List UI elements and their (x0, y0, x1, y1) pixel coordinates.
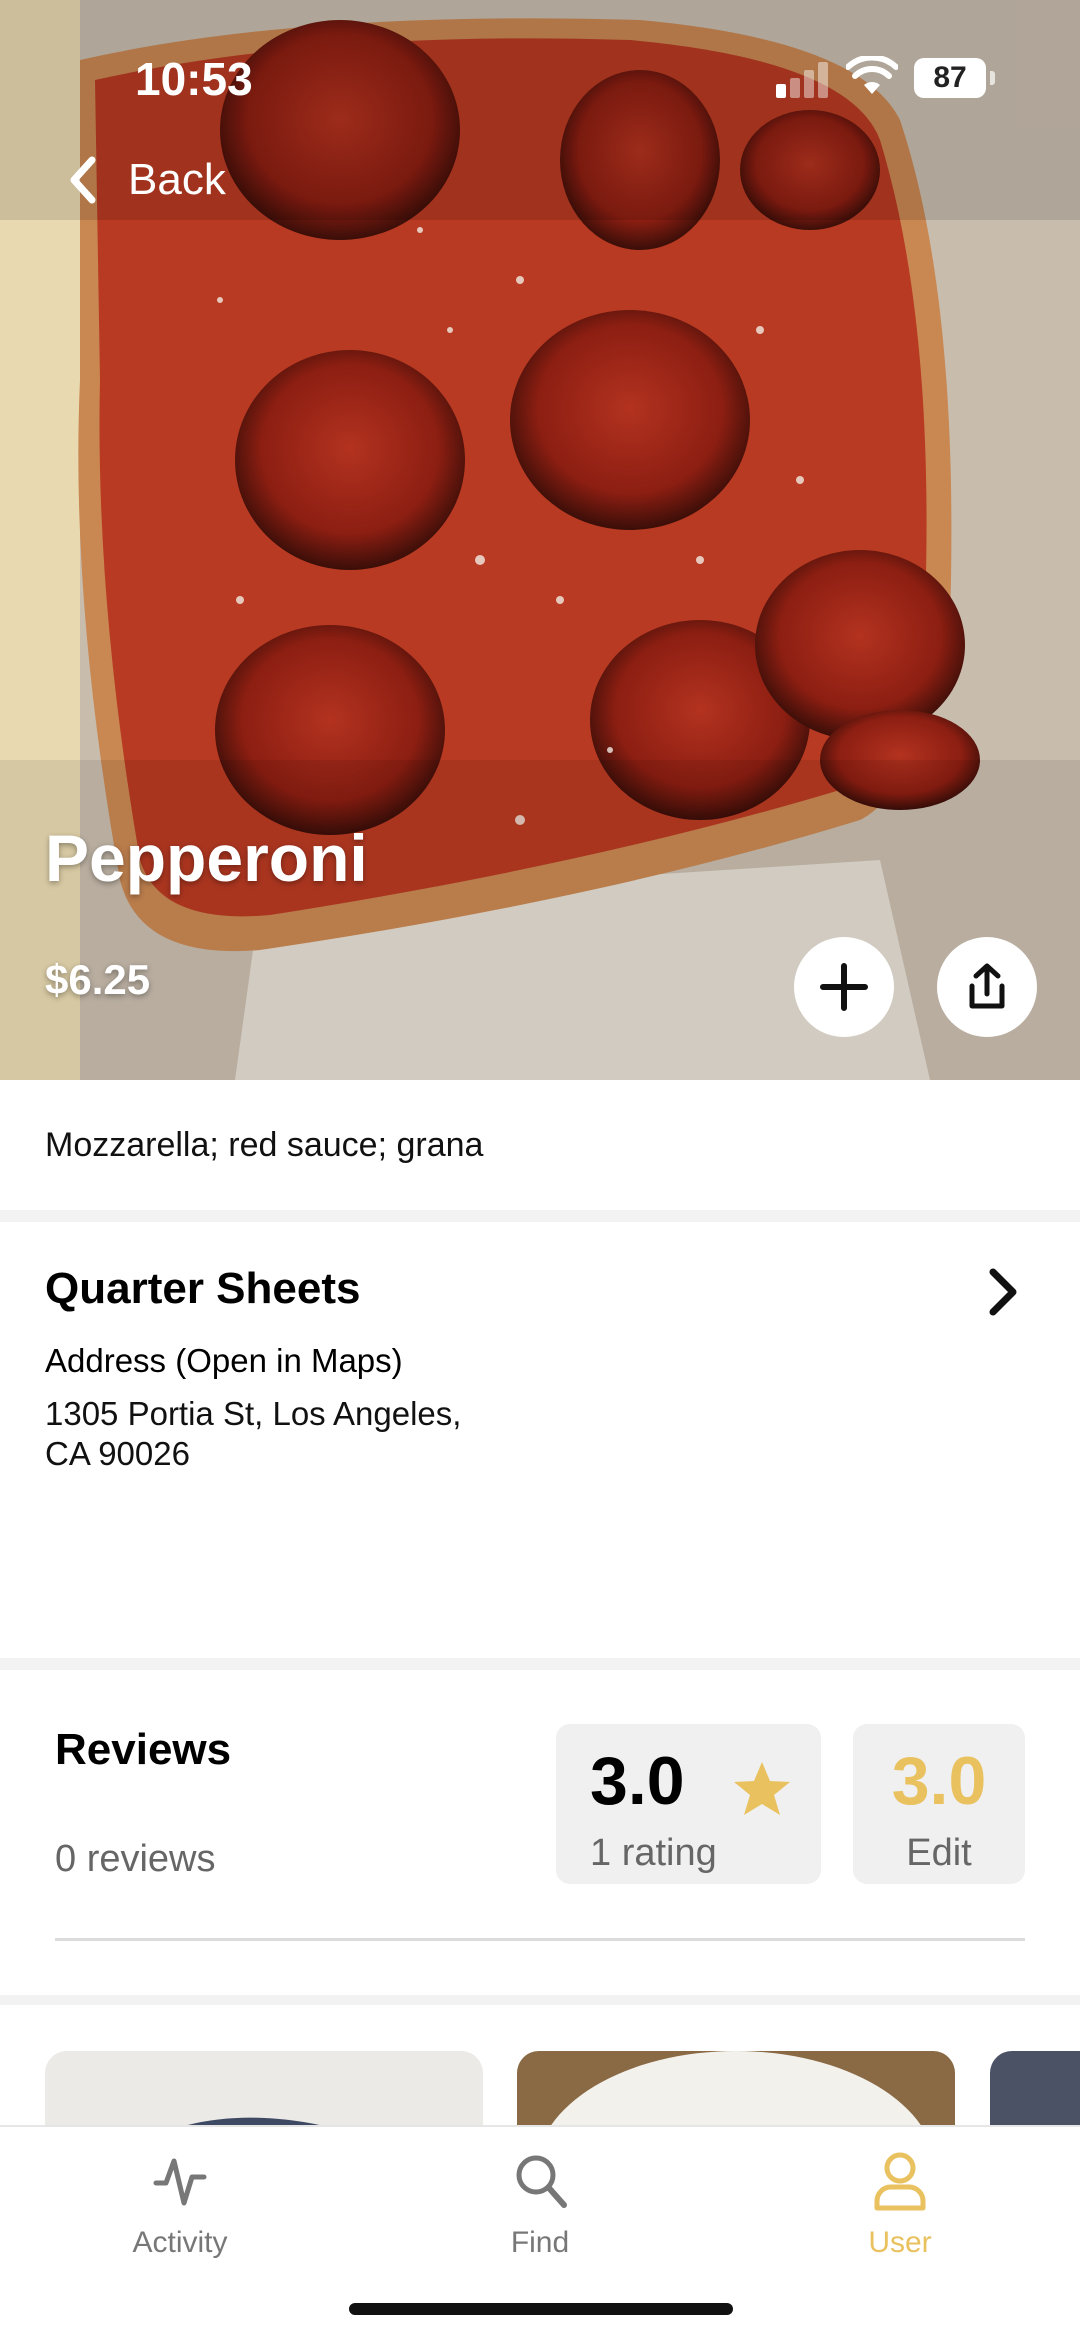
average-rating-value: 3.0 (590, 1743, 685, 1819)
address-text: 1305 Portia St, Los Angeles, CA 90026 (45, 1394, 565, 1474)
battery-icon: 87 (914, 58, 986, 98)
average-rating-card: 3.0 1 rating (556, 1724, 821, 1884)
photo-card[interactable] (45, 2051, 483, 2125)
photo-thumbnail (187, 2117, 320, 2125)
cellular-signal-icon (772, 62, 828, 98)
add-button[interactable] (794, 937, 894, 1037)
section-divider (0, 1210, 1080, 1222)
tab-activity[interactable]: Activity (80, 2151, 280, 2260)
item-price: $6.25 (45, 956, 151, 1003)
photo-card[interactable] (990, 2051, 1080, 2125)
user-rating-value: 3.0 (891, 1743, 987, 1819)
chevron-left-icon (70, 156, 96, 204)
tab-user[interactable]: User (800, 2151, 1000, 2260)
tab-find-label: Find (510, 2226, 570, 2259)
tab-user-label: User (868, 2226, 932, 2259)
restaurant-name[interactable]: Quarter Sheets (45, 1264, 360, 1314)
address-line-2: CA 90026 (45, 1435, 190, 1472)
edit-rating-button[interactable]: 3.0 Edit (853, 1724, 1025, 1884)
reviews-heading: Reviews (55, 1725, 232, 1774)
plus-icon (820, 963, 868, 1011)
reviews-count[interactable]: 0 reviews (55, 1838, 216, 1881)
share-icon (969, 963, 1005, 1009)
photo-card[interactable] (517, 2051, 955, 2125)
home-indicator[interactable] (349, 2303, 733, 2315)
user-icon (874, 2152, 926, 2211)
chevron-right-icon[interactable] (985, 1264, 1021, 1320)
back-label: Back (128, 155, 226, 204)
item-description: Mozzarella; red sauce; grana (45, 1126, 484, 1164)
tab-activity-label: Activity (132, 2226, 228, 2259)
section-divider (0, 1658, 1080, 1670)
status-bar: 10:53 87 (0, 0, 1080, 160)
photo-carousel[interactable] (0, 2005, 1080, 2125)
reviews-divider (55, 1938, 1025, 1941)
star-icon (734, 1762, 790, 1815)
activity-icon (153, 2158, 207, 2206)
status-time: 10:53 (135, 53, 253, 105)
description-section: Mozzarella; red sauce; grana (0, 1080, 1080, 1210)
reviews-section: Reviews 0 reviews 3.0 1 rating 3.0 Edit (0, 1670, 1080, 1995)
location-section[interactable]: Quarter Sheets Address (Open in Maps) 13… (0, 1222, 1080, 1660)
battery-tip (990, 71, 995, 85)
ratings-count: 1 rating (590, 1832, 717, 1874)
search-icon (516, 2155, 567, 2208)
wifi-icon (846, 56, 898, 94)
photo-thumbnail (551, 2051, 921, 2125)
hero-photo: 10:53 87 Back Pepperoni $6.25 (0, 0, 1080, 1080)
edit-label: Edit (906, 1832, 972, 1874)
address-label[interactable]: Address (Open in Maps) (45, 1342, 403, 1380)
item-title: Pepperoni (45, 821, 368, 895)
address-line-1: 1305 Portia St, Los Angeles, (45, 1395, 462, 1432)
back-button[interactable]: Back (60, 150, 226, 210)
tab-find[interactable]: Find (440, 2151, 640, 2260)
share-button[interactable] (937, 937, 1037, 1037)
